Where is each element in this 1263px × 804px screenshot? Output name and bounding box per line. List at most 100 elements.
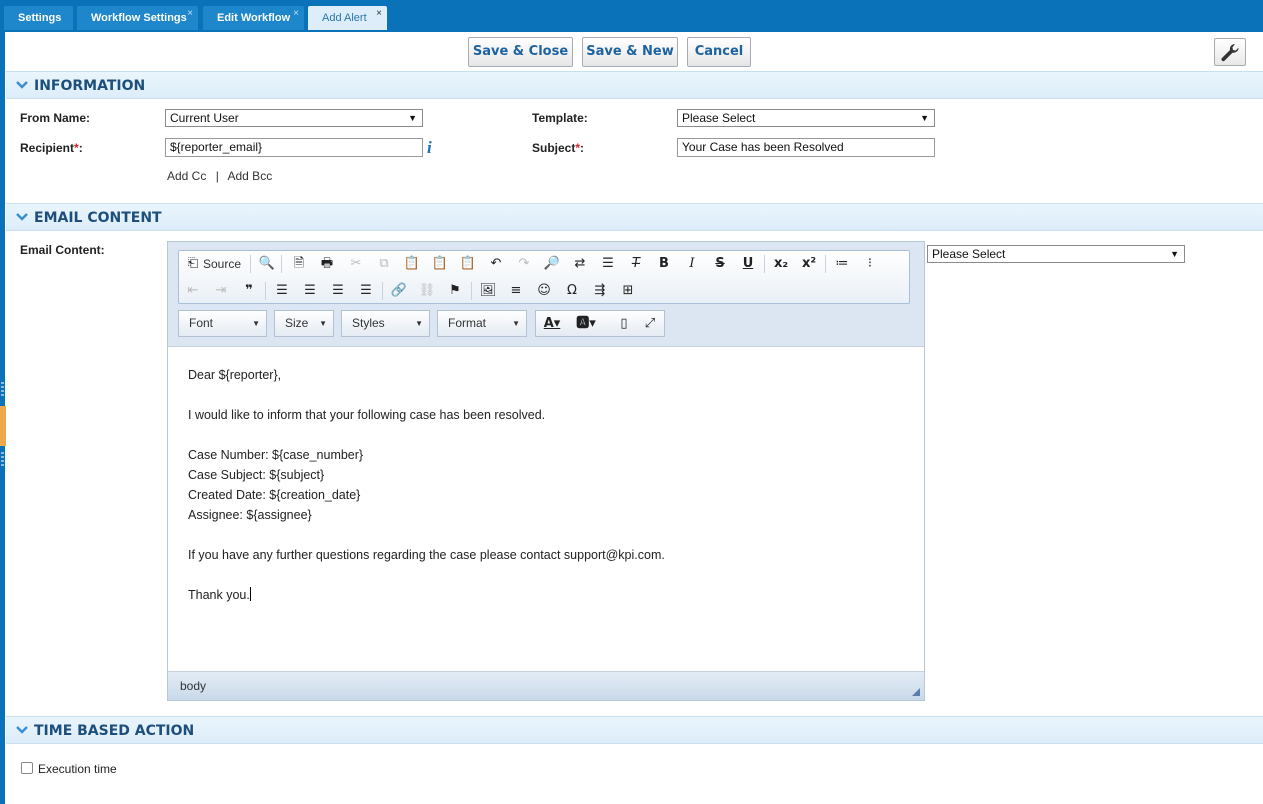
from-name-label: From Name: xyxy=(20,111,91,125)
execution-time-checkbox[interactable] xyxy=(21,762,33,774)
subscript-icon[interactable]: x₂ xyxy=(771,254,791,274)
subject-label: Subject*: xyxy=(532,141,584,155)
editor-line: Created Date: ${creation_date} xyxy=(188,488,361,502)
indent-icon[interactable]: ⇥ xyxy=(211,281,231,301)
recipient-input[interactable]: ${reporter_email} xyxy=(165,138,423,157)
background-color-icon[interactable]: 🅰▾ xyxy=(576,314,596,334)
text-cursor xyxy=(249,587,251,601)
cancel-button[interactable]: Cancel xyxy=(687,37,751,67)
placeholder-select[interactable]: Please Select ▼ xyxy=(927,245,1185,263)
size-combo[interactable]: Size ▼ xyxy=(274,310,334,337)
sidebar-toggle-handle[interactable] xyxy=(0,406,6,446)
dropdown-arrow-icon: ▼ xyxy=(920,113,929,123)
anchor-flag-icon[interactable]: ⚑ xyxy=(445,281,465,301)
replace-icon[interactable]: ⇄ xyxy=(570,254,590,274)
paste-word-icon[interactable]: 📋 xyxy=(458,254,478,274)
underline-icon[interactable]: U xyxy=(738,254,758,274)
styles-combo-label: Styles xyxy=(352,316,385,330)
smiley-icon[interactable]: ☺ xyxy=(534,281,554,301)
tab-bar: Settings Workflow Settings × Edit Workfl… xyxy=(0,0,1263,32)
tab-edit-workflow[interactable]: Edit Workflow × xyxy=(203,6,304,30)
paste-text-icon[interactable]: 📋 xyxy=(430,254,450,274)
text-color-icon[interactable]: A▾ xyxy=(542,314,562,334)
new-page-icon[interactable]: 🗎 xyxy=(289,254,309,274)
source-icon[interactable]: ⎗ xyxy=(183,254,203,274)
resize-grip-icon[interactable] xyxy=(912,688,920,696)
tab-label: Add Alert xyxy=(322,12,367,24)
editor-line xyxy=(188,385,904,405)
align-left-icon[interactable]: ☰ xyxy=(272,281,292,301)
horizontal-line-icon[interactable]: ≡ xyxy=(506,281,526,301)
section-title: TIME BASED ACTION xyxy=(34,723,195,739)
unlink-icon[interactable]: ⛓ xyxy=(417,281,437,301)
dropdown-arrow-icon: ▼ xyxy=(1170,249,1179,259)
template-value: Please Select xyxy=(682,111,756,125)
preview-icon[interactable]: 🔍 xyxy=(257,254,277,274)
close-icon[interactable]: × xyxy=(187,2,193,26)
email-content-section-header[interactable]: EMAIL CONTENT xyxy=(6,203,1263,231)
editor-line-last: Thank you. xyxy=(188,585,904,605)
time-based-action-section-header[interactable]: TIME BASED ACTION xyxy=(6,716,1263,744)
element-path[interactable]: body xyxy=(180,679,206,693)
image-icon[interactable]: 🖼 xyxy=(478,281,498,301)
subject-label-text: Subject xyxy=(532,141,576,155)
toolbar-separator xyxy=(471,282,472,300)
format-combo[interactable]: Format ▼ xyxy=(437,310,527,337)
save-close-button[interactable]: Save & Close xyxy=(468,37,573,67)
toolbar-separator xyxy=(265,282,266,300)
paste-icon[interactable]: 📋 xyxy=(402,254,422,274)
cc-separator: | xyxy=(215,169,219,183)
information-section-header[interactable]: INFORMATION xyxy=(6,71,1263,99)
select-all-icon[interactable]: ☰ xyxy=(598,254,618,274)
template-select[interactable]: Please Select ▼ xyxy=(677,109,935,127)
settings-button[interactable] xyxy=(1214,38,1246,66)
add-cc-link[interactable]: Add Cc xyxy=(167,169,206,183)
justify-icon[interactable]: ☰ xyxy=(356,281,376,301)
show-blocks-icon[interactable]: ▯ xyxy=(614,314,634,334)
remove-format-icon[interactable]: T̶ xyxy=(626,254,646,274)
editor-content-area[interactable]: Dear ${reporter}, I would like to inform… xyxy=(168,346,924,672)
rich-text-editor: ⎗ Source 🔍 🗎 🖶 ✂ ⧉ 📋 📋 📋 ↶ ↷ 🔎 ⇄ ☰ T̶ B … xyxy=(167,241,925,701)
table-icon[interactable]: ⊞ xyxy=(618,281,638,301)
tab-add-alert[interactable]: Add Alert × xyxy=(308,6,387,30)
from-name-select[interactable]: Current User ▼ xyxy=(165,109,423,127)
bulleted-list-icon[interactable]: ⁝ xyxy=(860,254,880,274)
chevron-down-icon xyxy=(16,81,28,89)
special-char-icon[interactable]: Ω xyxy=(562,281,582,301)
save-new-button[interactable]: Save & New xyxy=(582,37,678,67)
link-icon[interactable]: 🔗 xyxy=(389,281,409,301)
recipient-label: Recipient*: xyxy=(20,141,83,155)
info-icon[interactable]: i xyxy=(427,138,432,158)
bold-icon[interactable]: B xyxy=(654,254,674,274)
numbered-list-icon[interactable]: ≔ xyxy=(832,254,852,274)
tab-settings[interactable]: Settings xyxy=(4,6,73,30)
page-break-icon[interactable]: ⇶ xyxy=(590,281,610,301)
italic-icon[interactable]: I xyxy=(682,254,702,274)
recipient-label-text: Recipient xyxy=(20,141,75,155)
copy-icon[interactable]: ⧉ xyxy=(374,254,394,274)
undo-icon[interactable]: ↶ xyxy=(486,254,506,274)
tab-workflow-settings[interactable]: Workflow Settings × xyxy=(77,6,198,30)
font-combo[interactable]: Font ▼ xyxy=(178,310,267,337)
source-button-label[interactable]: Source xyxy=(203,257,241,271)
editor-line xyxy=(188,565,904,585)
outdent-icon[interactable]: ⇤ xyxy=(183,281,203,301)
find-icon[interactable]: 🔎 xyxy=(542,254,562,274)
add-bcc-link[interactable]: Add Bcc xyxy=(228,169,273,183)
blockquote-icon[interactable]: ❞ xyxy=(239,281,259,301)
align-right-icon[interactable]: ☰ xyxy=(328,281,348,301)
maximize-icon[interactable]: ⤢ xyxy=(640,314,660,334)
execution-time-label: Execution time xyxy=(38,762,117,776)
subject-input[interactable]: Your Case has been Resolved xyxy=(677,138,935,157)
editor-toolbar: ⎗ Source 🔍 🗎 🖶 ✂ ⧉ 📋 📋 📋 ↶ ↷ 🔎 ⇄ ☰ T̶ B … xyxy=(178,250,910,304)
close-icon[interactable]: × xyxy=(293,2,299,26)
strikethrough-icon[interactable]: S xyxy=(710,254,730,274)
redo-icon[interactable]: ↷ xyxy=(514,254,534,274)
styles-combo[interactable]: Styles ▼ xyxy=(341,310,430,337)
section-title: INFORMATION xyxy=(34,78,146,94)
print-icon[interactable]: 🖶 xyxy=(317,254,337,274)
close-icon[interactable]: × xyxy=(376,2,382,26)
cut-icon[interactable]: ✂ xyxy=(346,254,366,274)
superscript-icon[interactable]: x² xyxy=(799,254,819,274)
align-center-icon[interactable]: ☰ xyxy=(300,281,320,301)
